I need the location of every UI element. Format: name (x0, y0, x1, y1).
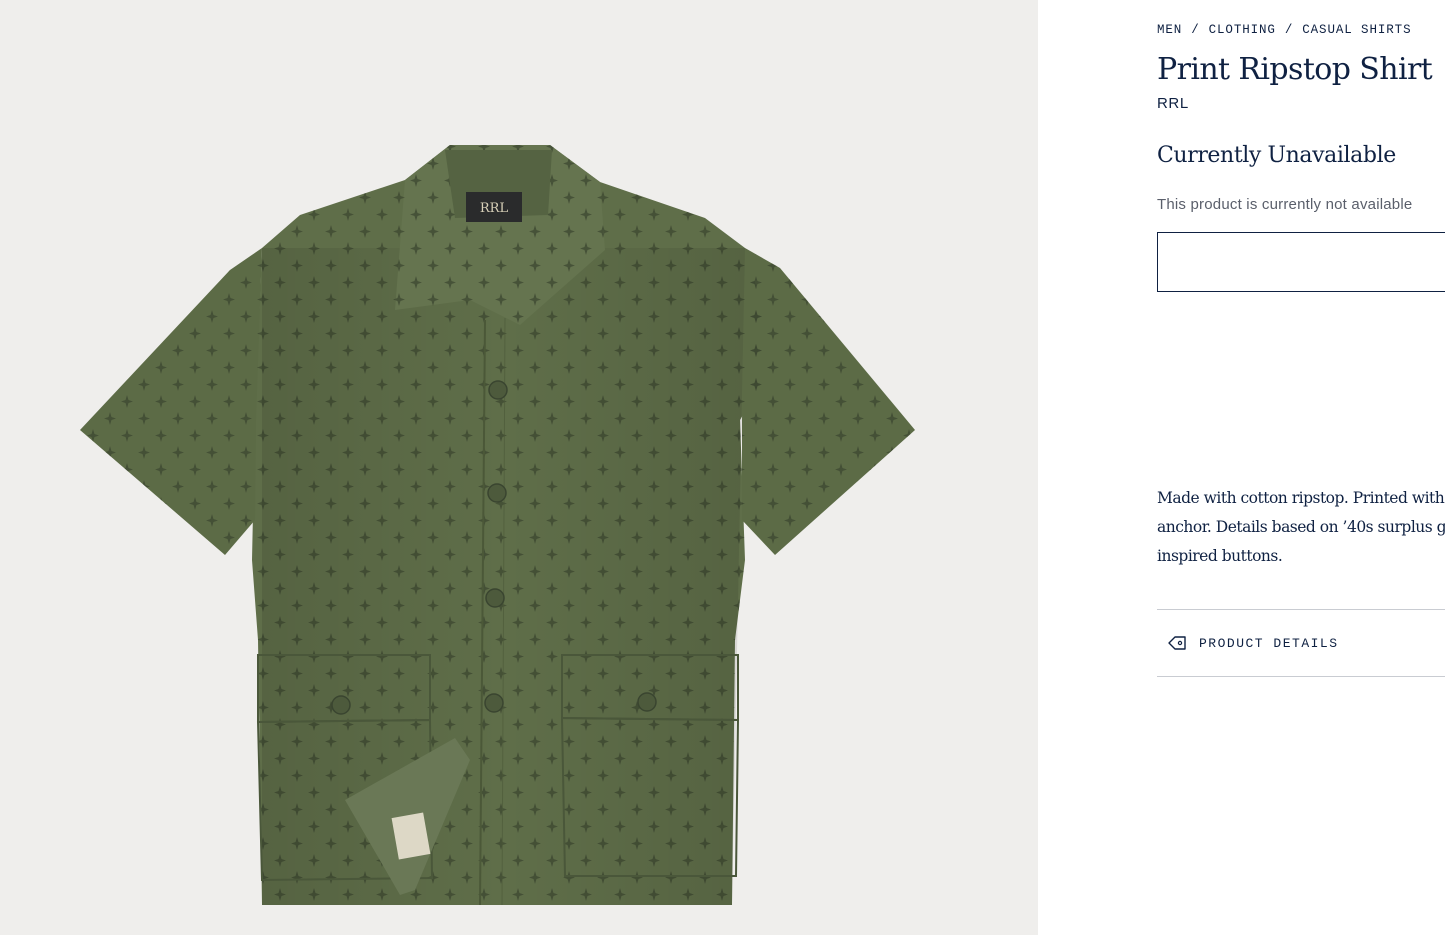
product-brand: RRL (1157, 95, 1189, 112)
product-description: Made with cotton ripstop. Printed with a… (1157, 484, 1445, 571)
tag-icon (1168, 636, 1186, 650)
breadcrumb-separator: / (1284, 23, 1294, 37)
availability-heading: Currently Unavailable (1157, 143, 1396, 168)
product-info-panel: MEN / CLOTHING / CASUAL SHIRTS Print Ripstop… (1157, 0, 1445, 935)
product-details-toggle[interactable]: PRODUCT DETAILS (1157, 628, 1339, 658)
product-title: Print Ripstop Shirt (1157, 52, 1433, 87)
description-line: Made with cotton ripstop. Printed with (1157, 489, 1445, 507)
availability-message: This product is currently not available (1157, 196, 1413, 213)
breadcrumb-item-casual-shirts[interactable]: CASUAL SHIRTS (1302, 23, 1411, 37)
breadcrumb-item-men[interactable]: MEN (1157, 23, 1182, 37)
breadcrumb-separator: / (1191, 23, 1200, 37)
svg-text:RRL: RRL (480, 201, 509, 216)
description-line: anchor. Details based on ’40s surplus ga (1157, 518, 1445, 536)
breadcrumb-item-clothing[interactable]: CLOTHING (1209, 23, 1276, 37)
notify-action-box[interactable] (1157, 232, 1445, 292)
divider (1157, 676, 1445, 677)
product-image-panel[interactable]: RRL (0, 0, 1038, 935)
product-details-label: PRODUCT DETAILS (1199, 635, 1339, 651)
divider (1157, 609, 1445, 610)
description-line: inspired buttons. (1157, 547, 1283, 565)
product-image: RRL (80, 145, 915, 906)
breadcrumb: MEN / CLOTHING / CASUAL SHIRTS (1157, 23, 1411, 37)
